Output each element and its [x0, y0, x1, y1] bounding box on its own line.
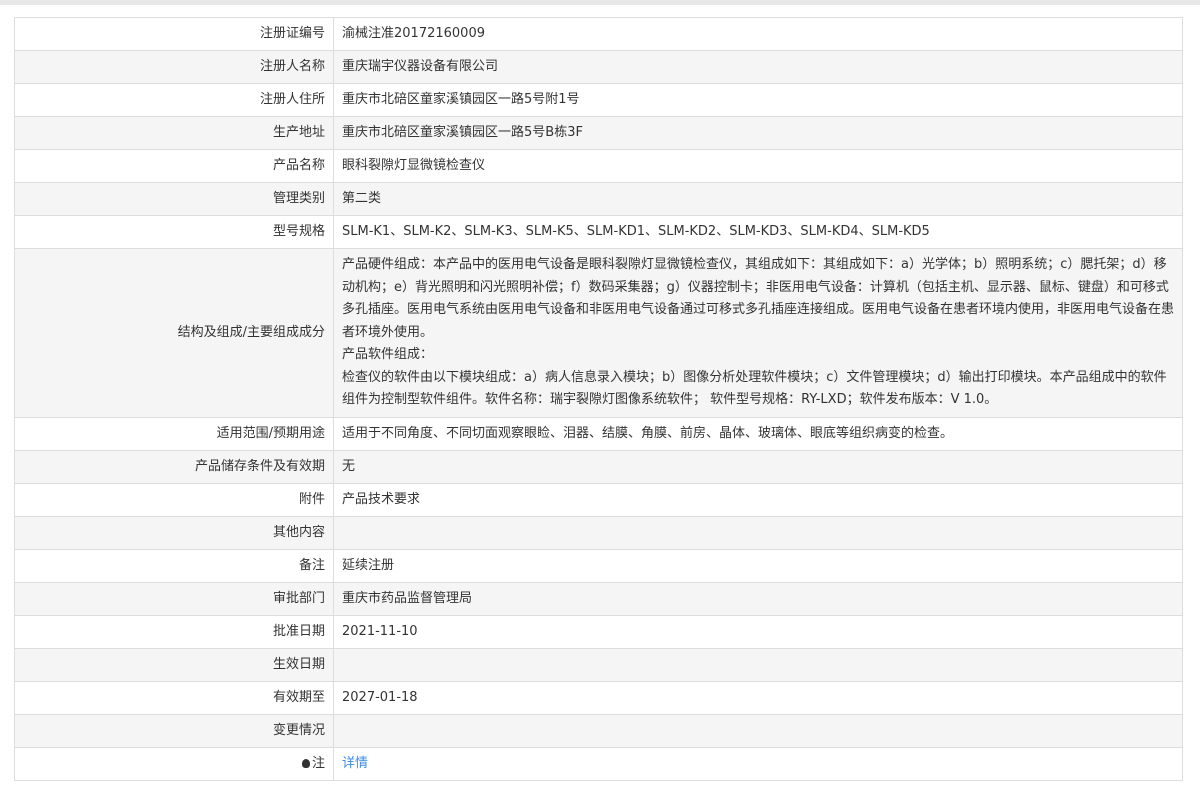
label-text: 注册人名称 — [259, 59, 325, 74]
row-label: 注册证编号 — [14, 17, 334, 51]
row-label: 产品名称 — [14, 149, 334, 183]
table-row: 注册人住所 重庆市北碚区童家溪镇园区一路5号附1号 — [14, 83, 1183, 117]
top-bar — [0, 0, 1200, 5]
row-value: 2021-11-10 — [333, 614, 1183, 649]
row-label: 批准日期 — [14, 614, 334, 649]
label-text: 注册证编号 — [259, 26, 325, 41]
row-label: 附件 — [14, 482, 334, 517]
label-text: 注 — [311, 755, 325, 771]
label-text: 备注 — [298, 557, 325, 573]
table-row: 产品名称 眼科裂隙灯显微镜检查仪 — [14, 149, 1183, 183]
table-row: 结构及组成/主要组成成分 产品硬件组成：本产品中的医用电气设备是眼科裂隙灯显微镜检… — [14, 248, 1183, 418]
table-row: 注 详情 — [14, 746, 1183, 781]
table-row: 变更情况 — [14, 713, 1183, 748]
row-value: 眼科裂隙灯显微镜检查仪 — [333, 149, 1183, 183]
row-label: 其他内容 — [14, 515, 334, 550]
table-row: 生效日期 — [14, 647, 1183, 682]
row-label: 有效期至 — [14, 680, 334, 715]
label-text: 型号规格 — [272, 224, 325, 239]
table-row: 有效期至 2027-01-18 — [14, 680, 1183, 715]
value-line: 产品硬件组成：本产品中的医用电气设备是眼科裂隙灯显微镜检查仪，其组成如下：其组成… — [342, 257, 1175, 340]
label-text: 结构及组成/主要组成成分 — [177, 324, 325, 340]
label-text: 其他内容 — [272, 524, 325, 540]
details-link[interactable]: 详情 — [342, 756, 368, 771]
row-value: 详情 — [333, 746, 1183, 781]
table-row: 备注 延续注册 — [14, 548, 1183, 583]
table-row: 其他内容 — [14, 515, 1183, 550]
row-label: 产品储存条件及有效期 — [14, 449, 334, 484]
row-value: 第二类 — [333, 182, 1183, 216]
label-text: 变更情况 — [272, 722, 325, 738]
table-row: 注册人名称 重庆瑞宇仪器设备有限公司 — [14, 50, 1183, 84]
table-row: 审批部门 重庆市药品监督管理局 — [14, 581, 1183, 616]
row-value — [333, 647, 1183, 682]
row-label: 生产地址 — [14, 116, 334, 150]
label-text: 附件 — [298, 491, 325, 507]
label-text: 适用范围/预期用途 — [216, 425, 325, 441]
label-text: 产品名称 — [272, 158, 325, 173]
row-value — [333, 713, 1183, 748]
row-label: 审批部门 — [14, 581, 334, 616]
label-text: 生产地址 — [272, 125, 325, 140]
table-row: 批准日期 2021-11-10 — [14, 614, 1183, 649]
value-line: 检查仪的软件由以下模块组成：a）病人信息录入模块；b）图像分析处理软件模块；c）… — [342, 369, 1167, 408]
label-text: 管理类别 — [272, 191, 325, 206]
label-text: 产品储存条件及有效期 — [194, 458, 325, 474]
row-value: SLM-K1、SLM-K2、SLM-K3、SLM-K5、SLM-KD1、SLM-… — [333, 215, 1183, 249]
row-label: 注册人名称 — [14, 50, 334, 84]
table-row: 生产地址 重庆市北碚区童家溪镇园区一路5号B栋3F — [14, 116, 1183, 150]
row-value — [333, 515, 1183, 550]
row-label: 型号规格 — [14, 215, 334, 249]
row-value: 产品硬件组成：本产品中的医用电气设备是眼科裂隙灯显微镜检查仪，其组成如下：其组成… — [333, 248, 1183, 418]
row-value: 无 — [333, 449, 1183, 484]
row-label: 备注 — [14, 548, 334, 583]
table-row: 注册证编号 渝械注准20172160009 — [14, 17, 1183, 51]
row-label: 适用范围/预期用途 — [14, 416, 334, 451]
table-row: 适用范围/预期用途 适用于不同角度、不同切面观察眼睑、泪器、结膜、角膜、前房、晶体… — [14, 416, 1183, 451]
registration-details-table: 注册证编号 渝械注准20172160009 注册人名称 重庆瑞宇仪器设备有限公司 注册人… — [14, 17, 1183, 781]
row-value: 渝械注准20172160009 — [333, 17, 1183, 51]
row-label: 管理类别 — [14, 182, 334, 216]
table-row: 产品储存条件及有效期无 — [14, 449, 1183, 484]
row-value: 重庆瑞宇仪器设备有限公司 — [333, 50, 1183, 84]
row-value: 2027-01-18 — [333, 680, 1183, 715]
row-label: 注册人住所 — [14, 83, 334, 117]
row-label: 变更情况 — [14, 713, 334, 748]
row-label: 结构及组成/主要组成成分 — [14, 248, 334, 418]
row-value: 重庆市北碚区童家溪镇园区一路5号附1号 — [333, 83, 1183, 117]
row-value: 产品技术要求 — [333, 482, 1183, 517]
row-value: 重庆市药品监督管理局 — [333, 581, 1183, 616]
row-label: 注 — [14, 746, 334, 781]
row-value: 延续注册 — [333, 548, 1183, 583]
row-value: 适用于不同角度、不同切面观察眼睑、泪器、结膜、角膜、前房、晶体、玻璃体、眼底等组… — [333, 416, 1183, 451]
lightbulb-icon — [301, 758, 310, 768]
row-label: 生效日期 — [14, 647, 334, 682]
table-row: 附件 产品技术要求 — [14, 482, 1183, 517]
label-text: 批准日期 — [272, 623, 325, 639]
label-text: 生效日期 — [272, 656, 325, 672]
value-line: 产品软件组成： — [342, 347, 434, 362]
label-text: 审批部门 — [272, 590, 325, 606]
label-text: 有效期至 — [272, 689, 325, 705]
row-value: 重庆市北碚区童家溪镇园区一路5号B栋3F — [333, 116, 1183, 150]
label-text: 注册人住所 — [259, 92, 325, 107]
table-row: 型号规格 SLM-K1、SLM-K2、SLM-K3、SLM-K5、SLM-KD1、… — [14, 215, 1183, 249]
table-row: 管理类别 第二类 — [14, 182, 1183, 216]
